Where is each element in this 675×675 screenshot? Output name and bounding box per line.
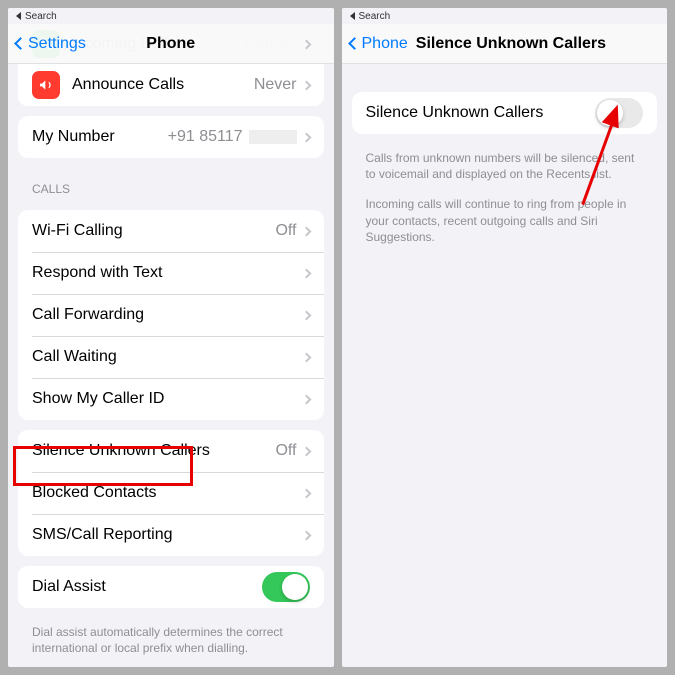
screenshot-left: Search Settings Phone incoming Calls Ban… [8,8,334,667]
row-call-forwarding[interactable]: Call Forwarding [18,294,324,336]
page-title: Silence Unknown Callers [416,35,606,53]
silence-desc-1: Calls from unknown numbers will be silen… [342,144,668,186]
chevron-right-icon [301,352,311,362]
row-announce-calls[interactable]: Announce Calls Never [18,64,324,106]
back-button[interactable]: Phone [350,35,408,53]
row-respond-text[interactable]: Respond with Text [18,252,324,294]
chevron-right-icon [301,488,311,498]
page-title: Phone [146,35,195,53]
chevron-right-icon [301,268,311,278]
status-search-label[interactable]: Search [359,11,391,22]
silence-label: Silence Unknown Callers [32,442,275,460]
callerid-label: Show My Caller ID [32,390,303,408]
back-caret-icon [350,12,355,20]
row-caller-id[interactable]: Show My Caller ID [18,378,324,420]
my-number-value: +91 85117 [168,128,243,146]
my-number-label: My Number [32,128,168,146]
blocked-label: Blocked Contacts [32,484,303,502]
row-sms-reporting[interactable]: SMS/Call Reporting [18,514,324,556]
status-search-label[interactable]: Search [25,11,57,22]
chevron-right-icon [301,394,311,404]
dial-label: Dial Assist [32,578,262,596]
dial-assist-toggle[interactable] [262,572,310,602]
wifi-calling-label: Wi-Fi Calling [32,222,275,240]
waiting-label: Call Waiting [32,348,303,366]
row-silence-unknown[interactable]: Silence Unknown Callers Off [18,430,324,472]
announce-label: Announce Calls [72,76,254,94]
chevron-right-icon [301,310,311,320]
status-bar: Search [8,8,334,24]
chevron-right-icon [301,446,311,456]
back-label: Settings [28,35,86,53]
row-dial-assist[interactable]: Dial Assist [18,566,324,608]
silence-toggle-label: Silence Unknown Callers [366,104,596,122]
chevron-right-icon [301,530,311,540]
calls-section-header: CALLS [8,168,334,200]
announce-calls-icon [32,71,60,99]
chevron-right-icon [301,80,311,90]
row-call-waiting[interactable]: Call Waiting [18,336,324,378]
row-my-number[interactable]: My Number +91 85117 [18,116,324,158]
announce-value: Never [254,76,297,94]
chevron-right-icon [301,132,311,142]
chevron-left-icon [348,37,361,50]
respond-label: Respond with Text [32,264,303,282]
forward-label: Call Forwarding [32,306,303,324]
back-label: Phone [362,35,408,53]
back-caret-icon [16,12,21,20]
sms-label: SMS/Call Reporting [32,526,303,544]
row-silence-toggle[interactable]: Silence Unknown Callers [352,92,658,134]
silence-unknown-toggle[interactable] [595,98,643,128]
row-wifi-calling[interactable]: Wi-Fi Calling Off [18,210,324,252]
chevron-right-icon [301,226,311,236]
content-scroll[interactable]: incoming Calls Banner Announce Calls Nev… [8,24,334,667]
nav-bar: Phone Silence Unknown Callers [342,24,668,64]
silence-value: Off [275,442,296,460]
redacted-number [249,130,297,144]
nav-bar: Settings Phone [8,24,334,64]
status-bar: Search [342,8,668,24]
dial-assist-footer: Dial assist automatically determines the… [8,618,334,660]
screenshot-right: Search Phone Silence Unknown Callers Sil… [342,8,668,667]
content-scroll[interactable]: Silence Unknown Callers Calls from unkno… [342,64,668,667]
wifi-calling-value: Off [275,222,296,240]
back-button[interactable]: Settings [16,35,86,53]
row-blocked-contacts[interactable]: Blocked Contacts [18,472,324,514]
silence-desc-2: Incoming calls will continue to ring fro… [342,186,668,249]
chevron-left-icon [14,37,27,50]
